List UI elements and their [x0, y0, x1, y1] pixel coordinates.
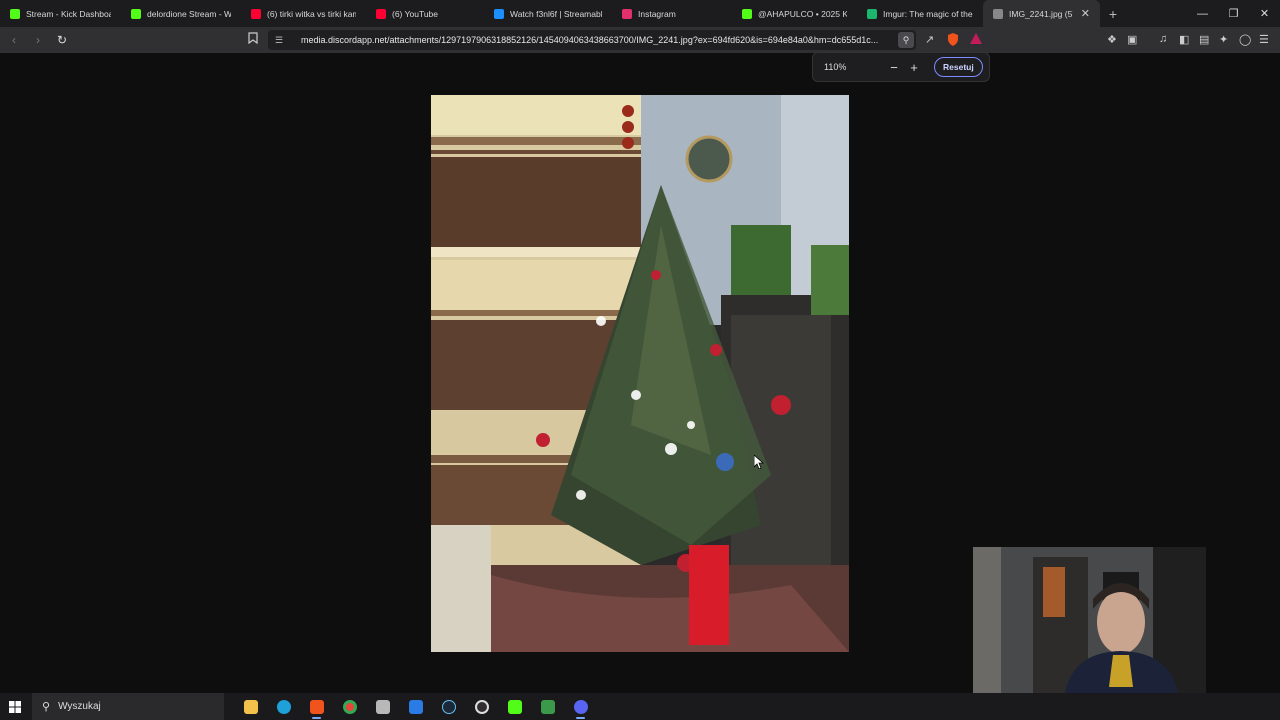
search-icon: ⚲ — [42, 701, 51, 713]
tab-title: Watch f3nl6f | Streamable — [510, 8, 602, 19]
tab-3[interactable]: (6) tirki witka vs tirki kami — [241, 0, 366, 27]
streamable-icon — [494, 8, 504, 19]
browser-toolbar: ‹ › ↻ ☰ media.discordapp.net/attachments… — [0, 27, 1280, 53]
brave-shields-icon[interactable] — [947, 33, 959, 49]
tab-2[interactable]: delordione Stream - W — [121, 0, 241, 27]
mouse-cursor — [753, 454, 765, 472]
minimize-icon[interactable]: — — [1187, 0, 1218, 27]
tab-6[interactable]: Instagram — [612, 0, 732, 27]
chrome-icon[interactable] — [333, 693, 366, 720]
tab-title: Imgur: The magic of the In — [883, 8, 973, 19]
kick-icon — [742, 8, 752, 19]
tab-title: delordione Stream - W — [147, 8, 231, 19]
steam-icon[interactable] — [432, 693, 465, 720]
tab-strip: Stream - Kick Dashboa delordione Stream -… — [0, 0, 1280, 27]
tab-1[interactable]: Stream - Kick Dashboa — [0, 0, 121, 27]
kick-icon — [10, 8, 20, 19]
tab-7[interactable]: @AHAPULCO • 2025 KICK — [732, 0, 857, 27]
address-bar[interactable]: ☰ media.discordapp.net/attachments/12971… — [268, 30, 916, 50]
viewed-image — [431, 95, 849, 652]
zoom-level: 110% — [824, 62, 847, 72]
file-explorer-icon[interactable] — [234, 693, 267, 720]
tab-5[interactable]: Watch f3nl6f | Streamable — [484, 0, 612, 27]
new-tab-button[interactable]: + — [1100, 0, 1126, 27]
obs-icon[interactable] — [465, 693, 498, 720]
tab-title: Instagram — [638, 8, 676, 19]
tab-title: IMG_2241.jpg (570×7 — [1009, 8, 1073, 19]
windows-start-icon[interactable] — [0, 693, 30, 720]
taskbar-search[interactable]: ⚲ Wyszukaj — [32, 693, 224, 720]
tab-8[interactable]: Imgur: The magic of the In — [857, 0, 983, 27]
edge-icon[interactable] — [267, 693, 300, 720]
window-controls: — ❐ ✕ — [1187, 0, 1280, 27]
zoom-out-button[interactable]: − — [884, 60, 904, 75]
tab-9[interactable]: IMG_2241.jpg (570×7 ✕ — [983, 0, 1100, 27]
forward-icon[interactable]: › — [28, 30, 48, 50]
bookmark-icon[interactable] — [248, 32, 258, 47]
vpn-icon[interactable]: ◯ — [1239, 33, 1251, 46]
media-icon[interactable]: ♫ — [1159, 33, 1167, 45]
tab-4[interactable]: (6) YouTube — [366, 0, 484, 27]
reload-icon[interactable]: ↻ — [52, 30, 72, 50]
globe-icon — [993, 8, 1003, 19]
share-icon[interactable]: ↗ — [925, 33, 934, 46]
search-placeholder: Wyszukaj — [58, 701, 101, 712]
tab-title: (6) YouTube — [392, 8, 438, 19]
brave-icon[interactable] — [300, 693, 333, 720]
kick-app-icon[interactable] — [498, 693, 531, 720]
store-icon[interactable] — [399, 693, 432, 720]
screenshot-icon[interactable]: ▣ — [1127, 33, 1137, 46]
zoom-reset-button[interactable]: Resetuj — [934, 57, 983, 77]
sidebar-icon[interactable]: ◧ — [1179, 33, 1189, 46]
youtube-icon — [376, 8, 386, 19]
brave-rewards-icon[interactable] — [970, 33, 982, 47]
wallet-icon[interactable]: ▤ — [1199, 33, 1209, 46]
tab-title: (6) tirki witka vs tirki kami — [267, 8, 356, 19]
webcam-overlay — [973, 547, 1206, 693]
restore-icon[interactable]: ❐ — [1218, 0, 1249, 27]
kick-muted-icon — [131, 8, 141, 19]
instagram-icon — [622, 8, 632, 19]
tab-title: @AHAPULCO • 2025 KICK — [758, 8, 847, 19]
app-icon[interactable] — [366, 693, 399, 720]
close-window-icon[interactable]: ✕ — [1249, 0, 1280, 27]
extensions-icon[interactable]: ❖ — [1107, 33, 1117, 46]
discord-icon[interactable] — [564, 693, 597, 720]
leo-ai-icon[interactable]: ✦ — [1219, 33, 1228, 46]
close-tab-icon[interactable]: ✕ — [1081, 7, 1090, 20]
tab-title: Stream - Kick Dashboa — [26, 8, 111, 19]
site-settings-icon[interactable]: ☰ — [275, 35, 289, 46]
zoom-in-button[interactable]: + — [904, 60, 924, 75]
imgur-icon — [867, 8, 877, 19]
back-icon[interactable]: ‹ — [4, 30, 24, 50]
taskbar: ⚲ Wyszukaj — [0, 693, 1280, 720]
youtube-icon — [251, 8, 261, 19]
zoom-icon[interactable]: ⚲ — [898, 32, 914, 48]
menu-icon[interactable]: ☰ — [1259, 33, 1269, 46]
zoom-popup: 110% − + Resetuj — [812, 52, 990, 82]
green-app-icon[interactable] — [531, 693, 564, 720]
url-text[interactable]: media.discordapp.net/attachments/1297197… — [301, 35, 901, 45]
